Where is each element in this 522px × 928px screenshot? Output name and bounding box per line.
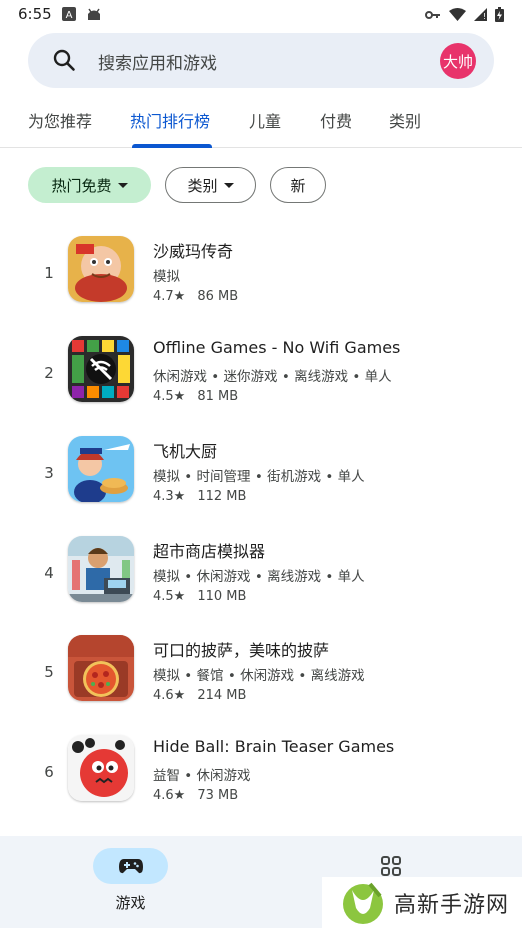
battery-charging-icon xyxy=(495,7,504,22)
key-icon xyxy=(425,9,441,21)
avatar[interactable]: 大帅 xyxy=(440,43,476,79)
app-list-item[interactable]: 5 可口的披萨，美味的披萨 模拟 • 餐馆 • 休闲游戏 • 离线游戏 4.6★… xyxy=(0,635,522,735)
font-a-icon: A xyxy=(62,7,76,21)
app-categories: 模拟 • 时间管理 • 街机游戏 • 单人 xyxy=(153,469,365,485)
app-size: 110 MB xyxy=(197,589,247,604)
shawarma-app-icon xyxy=(68,236,134,302)
chip-label: 类别 xyxy=(187,176,218,195)
tab-categories[interactable]: 类别 xyxy=(389,108,421,132)
app-name: 沙威玛传奇 xyxy=(153,242,234,261)
app-name: 飞机大厨 xyxy=(153,442,218,461)
supermarket-app-icon xyxy=(68,536,134,602)
active-tab-indicator xyxy=(132,144,212,148)
app-rating: 4.3★ xyxy=(153,489,186,504)
app-size: 112 MB xyxy=(197,489,247,504)
app-rating: 4.6★ xyxy=(153,788,186,803)
app-categories: 益智 • 休闲游戏 xyxy=(153,768,251,784)
chip-label: 热门免费 xyxy=(51,176,112,195)
app-categories: 模拟 • 餐馆 • 休闲游戏 • 离线游戏 xyxy=(153,668,365,684)
app-list-item[interactable]: 6 Hide Ball: Brain Teaser Games 益智 • 休闲游… xyxy=(0,735,522,835)
app-categories: 模拟 xyxy=(153,269,180,285)
tab-paid[interactable]: 付费 xyxy=(320,108,352,132)
rank-number: 1 xyxy=(44,264,54,282)
search-bar[interactable]: 搜索应用和游戏 大帅 xyxy=(28,33,494,88)
chip-label: 新 xyxy=(290,176,306,195)
watermark-text: 高新手游网 xyxy=(394,892,510,918)
top-tabs: 为您推荐 热门排行榜 儿童 付费 类别 xyxy=(0,100,522,148)
chevron-down-icon xyxy=(117,182,128,188)
rank-number: 4 xyxy=(44,564,54,582)
status-bar: 6:55 A ! xyxy=(0,0,522,30)
chip-top-free[interactable]: 热门免费 xyxy=(28,167,151,203)
chip-new[interactable]: 新 xyxy=(270,167,326,203)
search-icon xyxy=(52,48,76,72)
nav-games-label: 游戏 xyxy=(115,894,146,912)
rank-number: 6 xyxy=(44,763,54,781)
status-time: 6:55 xyxy=(18,5,52,23)
android-icon xyxy=(86,7,102,21)
app-size: 86 MB xyxy=(197,289,239,304)
app-name: 可口的披萨，美味的披萨 xyxy=(153,641,330,660)
app-rating: 4.5★ xyxy=(153,389,186,404)
rank-number: 3 xyxy=(44,464,54,482)
hide-ball-app-icon xyxy=(68,735,134,801)
chevron-down-icon xyxy=(223,182,234,188)
app-size: 81 MB xyxy=(197,389,239,404)
signal-icon: ! xyxy=(474,8,487,21)
app-list-item[interactable]: 1 沙威玛传奇 模拟 4.7★ 86 MB xyxy=(0,236,522,336)
tab-kids[interactable]: 儿童 xyxy=(249,108,281,132)
chip-category[interactable]: 类别 xyxy=(165,167,256,203)
wifi-icon xyxy=(449,8,466,21)
app-name: 超市商店模拟器 xyxy=(153,542,266,561)
svg-text:!: ! xyxy=(483,12,486,21)
svg-text:A: A xyxy=(66,10,73,21)
app-name: Hide Ball: Brain Teaser Games xyxy=(153,737,395,756)
offline-games-app-icon xyxy=(68,336,134,402)
app-list-item[interactable]: 4 超市商店模拟器 模拟 • 休闲游戏 • 离线游戏 • 单人 4.5★ 110 … xyxy=(0,536,522,636)
rank-number: 2 xyxy=(44,364,54,382)
app-size: 73 MB xyxy=(197,788,239,803)
tab-recommended[interactable]: 为您推荐 xyxy=(28,108,92,132)
watermark-logo-icon xyxy=(340,880,386,926)
app-name: Offline Games - No Wifi Games xyxy=(153,338,401,357)
app-size: 214 MB xyxy=(197,688,247,703)
app-rating: 4.7★ xyxy=(153,289,186,304)
watermark: 高新手游网 xyxy=(322,877,522,928)
app-categories: 模拟 • 休闲游戏 • 离线游戏 • 单人 xyxy=(153,569,365,585)
airplane-chef-app-icon xyxy=(68,436,134,502)
app-list-item[interactable]: 2 Offline Games - No Wifi Games 休闲游戏 • 迷… xyxy=(0,336,522,436)
apps-grid-icon[interactable] xyxy=(381,856,401,876)
pizza-app-icon xyxy=(68,635,134,701)
app-rating: 4.5★ xyxy=(153,589,186,604)
search-input[interactable]: 搜索应用和游戏 xyxy=(98,49,217,74)
tab-top-charts[interactable]: 热门排行榜 xyxy=(130,108,210,132)
app-categories: 休闲游戏 • 迷你游戏 • 离线游戏 • 单人 xyxy=(153,369,392,385)
gamepad-icon xyxy=(118,858,143,874)
nav-games-button[interactable] xyxy=(93,848,168,884)
app-list-item[interactable]: 3 飞机大厨 模拟 • 时间管理 • 街机游戏 • 单人 4.3★ 112 MB xyxy=(0,436,522,536)
rank-number: 5 xyxy=(44,663,54,681)
app-rating: 4.6★ xyxy=(153,688,186,703)
